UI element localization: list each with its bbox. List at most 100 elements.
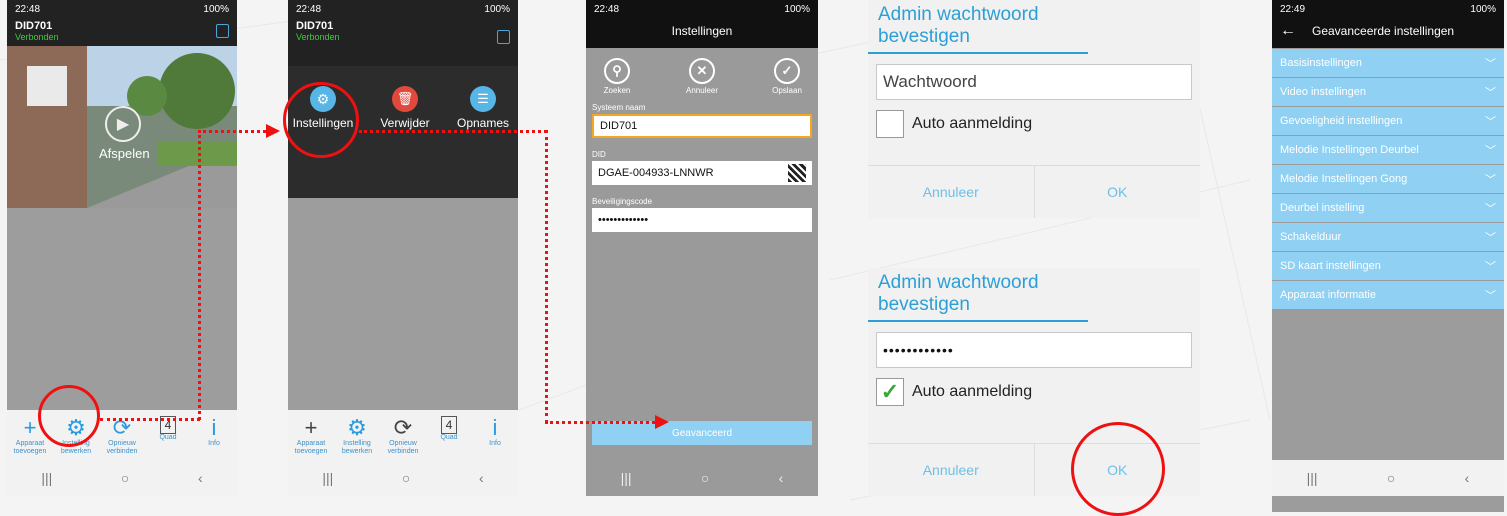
password-input[interactable]: Wachtwoord <box>876 64 1192 100</box>
settings-actions: ⚲ Zoeken ✕ Annuleer ✓ Opslaan <box>586 48 818 95</box>
quad-label: Quad <box>159 434 177 441</box>
page-title: Geavanceerde instellingen <box>1312 24 1455 38</box>
cancel-button[interactable]: ✕ Annuleer <box>677 58 727 95</box>
play-label: Afspelen <box>99 146 150 161</box>
device-name: DID701 <box>15 20 53 32</box>
calendar-icon[interactable] <box>497 30 510 44</box>
menu-item-label: Melodie Instellingen Gong <box>1280 173 1408 185</box>
chevron-down-icon: ﹀ <box>1485 116 1496 128</box>
system-name-label: Systeem naam <box>592 103 646 112</box>
edit-settings-label: Instelling bewerken <box>341 440 373 455</box>
arrow-line <box>100 418 200 421</box>
save-button[interactable]: ✓ Opslaan <box>762 58 812 95</box>
check-icon[interactable]: ✓ <box>876 378 904 406</box>
play-icon[interactable]: ▶ <box>105 106 141 142</box>
menu-item[interactable]: Video instellingen ﹀ <box>1272 78 1504 106</box>
did-field[interactable]: DGAE-004933-LNNWR <box>592 161 812 185</box>
reconnect-button[interactable]: ⟳ Opnieuw verbinden <box>100 416 145 456</box>
menu-item[interactable]: Gevoeligheid instellingen ﹀ <box>1272 107 1504 135</box>
back-icon[interactable]: ‹ <box>198 470 203 486</box>
edit-settings-button[interactable]: ⚙ Instelling bewerken <box>335 416 380 456</box>
arrow-head <box>655 415 669 429</box>
home-icon[interactable]: ○ <box>121 470 129 486</box>
recents-icon[interactable]: ||| <box>41 470 52 486</box>
menu-item[interactable]: Apparaat informatie ﹀ <box>1272 281 1504 309</box>
security-code-label: Beveiligingscode <box>592 197 653 206</box>
reconnect-label: Opnieuw verbinden <box>387 440 419 455</box>
menu-item[interactable]: Deurbel instelling ﹀ <box>1272 194 1504 222</box>
security-code-field[interactable]: ••••••••••••• <box>592 208 812 232</box>
menu-item-label: Apparaat informatie <box>1280 289 1376 301</box>
home-icon[interactable]: ○ <box>701 470 709 486</box>
highlight-circle-overlay-settings <box>283 82 359 158</box>
status-time: 22:48 <box>594 3 620 15</box>
info-button[interactable]: i Info <box>473 416 518 448</box>
highlight-circle-settings-button <box>38 385 100 447</box>
info-icon: i <box>492 415 498 440</box>
home-icon[interactable]: ○ <box>1387 470 1395 486</box>
quad-icon: 4 <box>441 416 457 434</box>
password-input[interactable]: •••••••••••• <box>876 332 1192 368</box>
advanced-button[interactable]: Geavanceerd <box>592 421 812 445</box>
check-icon: ✓ <box>774 58 800 84</box>
back-icon[interactable]: ‹ <box>479 470 484 486</box>
back-arrow-icon[interactable]: ← <box>1280 22 1296 40</box>
recordings-icon: ☰ <box>470 86 496 112</box>
status-time: 22:48 <box>296 3 322 15</box>
info-label: Info <box>208 440 220 447</box>
search-label: Zoeken <box>603 86 631 95</box>
dialog-title: Admin wachtwoord bevestigen <box>868 268 1088 322</box>
overlay-recordings[interactable]: ☰ Opnames <box>448 86 518 130</box>
device-status: Verbonden <box>296 32 340 42</box>
home-icon[interactable]: ○ <box>402 470 410 486</box>
search-icon: ⚲ <box>604 58 630 84</box>
screen-device-menu: 22:48 100% DID701 Verbonden ⚙ Instelling… <box>288 0 518 496</box>
chevron-down-icon: ﹀ <box>1485 261 1496 273</box>
arrow-line <box>198 130 266 133</box>
recents-icon[interactable]: ||| <box>322 470 333 486</box>
status-signal: 100% <box>203 3 229 15</box>
menu-item[interactable]: SD kaart instellingen ﹀ <box>1272 252 1504 280</box>
auto-login-option[interactable]: ✓ Auto aanmelding <box>876 378 1192 406</box>
add-device-button[interactable]: + Apparaat toevoegen <box>289 416 334 456</box>
menu-item[interactable]: Melodie Instellingen Gong ﹀ <box>1272 165 1504 193</box>
status-bar: 22:49 100% <box>1272 0 1504 18</box>
screen-advanced-settings: 22:49 100% ← Geavanceerde instellingen B… <box>1272 0 1504 512</box>
ok-button[interactable]: OK <box>1033 166 1201 218</box>
overlay-delete-label: Verwijder <box>380 116 430 130</box>
reconnect-button[interactable]: ⟳ Opnieuw verbinden <box>381 416 426 456</box>
overlay-delete[interactable]: 🗑 Verwijder <box>370 86 440 130</box>
recents-icon[interactable]: ||| <box>1307 470 1318 486</box>
status-signal: 100% <box>484 3 510 15</box>
calendar-icon[interactable] <box>216 24 229 38</box>
chevron-down-icon: ﹀ <box>1485 58 1496 70</box>
chevron-down-icon: ﹀ <box>1485 290 1496 302</box>
back-icon[interactable]: ‹ <box>1465 470 1470 486</box>
overlay-recordings-label: Opnames <box>456 116 510 130</box>
auto-login-checkbox[interactable] <box>876 110 904 138</box>
qr-code-icon[interactable] <box>788 164 806 182</box>
cancel-button[interactable]: Annuleer <box>868 166 1034 218</box>
menu-item-label: Deurbel instelling <box>1280 202 1365 214</box>
arrow-line <box>359 130 547 133</box>
cancel-button[interactable]: Annuleer <box>868 444 1034 496</box>
recents-icon[interactable]: ||| <box>621 470 632 486</box>
menu-item[interactable]: Melodie Instellingen Deurbel ﹀ <box>1272 136 1504 164</box>
menu-item[interactable]: Basisinstellingen ﹀ <box>1272 49 1504 77</box>
device-name: DID701 <box>296 20 334 32</box>
status-bar: 22:48 100% <box>288 0 518 18</box>
search-button[interactable]: ⚲ Zoeken <box>592 58 642 95</box>
quad-button[interactable]: 4 Quad <box>427 416 472 442</box>
system-name-field[interactable]: DID701 <box>592 114 812 138</box>
auto-login-label: Auto aanmelding <box>912 383 1033 400</box>
menu-item[interactable]: Schakelduur ﹀ <box>1272 223 1504 251</box>
plus-icon: + <box>23 415 37 440</box>
info-label: Info <box>489 440 501 447</box>
camera-preview[interactable]: ▶ Afspelen <box>7 46 237 208</box>
chevron-down-icon: ﹀ <box>1485 87 1496 99</box>
admin-password-dialog-empty: Admin wachtwoord bevestigen Wachtwoord A… <box>868 0 1200 218</box>
android-nav-bar: ||| ○ ‹ <box>1272 460 1504 496</box>
back-icon[interactable]: ‹ <box>779 470 784 486</box>
auto-login-label: Auto aanmelding <box>912 115 1033 132</box>
auto-login-option[interactable]: Auto aanmelding <box>876 110 1192 138</box>
